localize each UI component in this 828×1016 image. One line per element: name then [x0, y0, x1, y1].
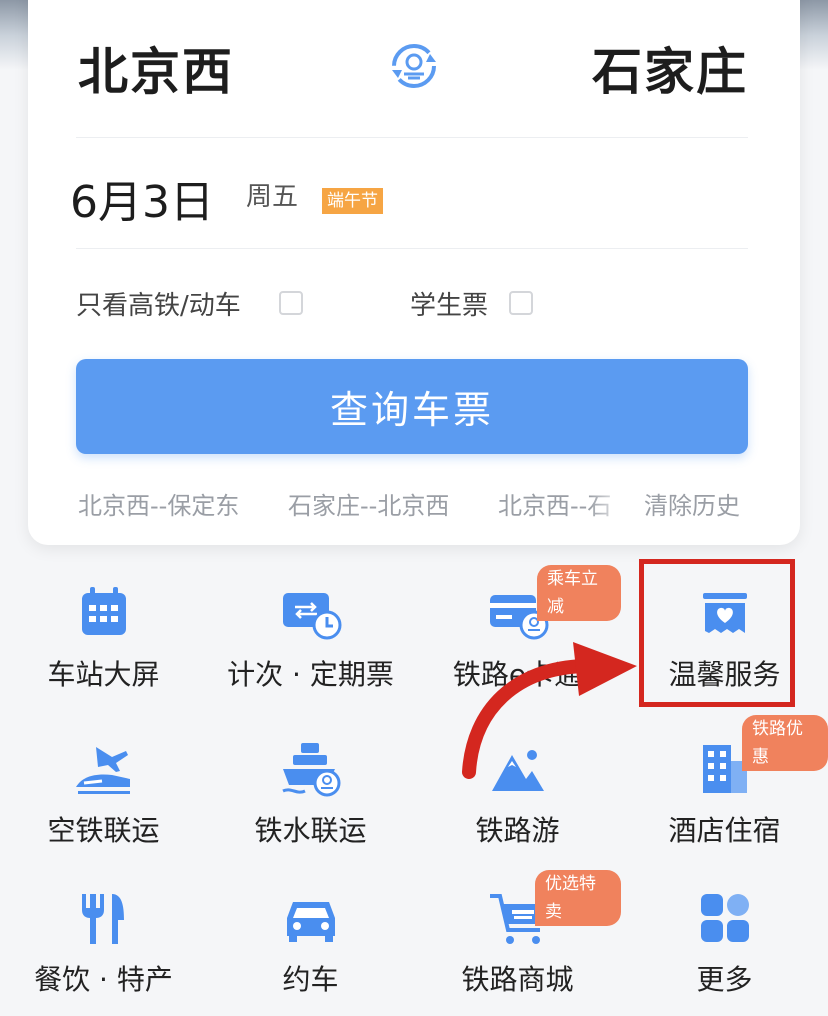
- to-station[interactable]: 石家庄: [592, 32, 748, 104]
- student-ticket-checkbox[interactable]: [509, 291, 533, 315]
- service-label: 酒店住宿: [668, 814, 781, 847]
- station-screen-icon: [81, 587, 126, 635]
- high-speed-only-checkbox[interactable]: [279, 291, 303, 315]
- swap-stations-icon[interactable]: [386, 38, 442, 94]
- highlight-box: [639, 559, 795, 707]
- dining-icon: [81, 894, 124, 944]
- search-tickets-button[interactable]: 查询车票: [76, 359, 748, 454]
- service-label: 车站大屏: [47, 658, 160, 691]
- service-label: 铁路游: [475, 814, 560, 847]
- weekday: 周五: [246, 182, 299, 212]
- rail-water-icon: [281, 743, 340, 797]
- service-label: 计次 · 定期票: [227, 658, 394, 691]
- promo-badge: 铁路优惠: [742, 715, 828, 771]
- more-icon: [700, 894, 749, 942]
- history-item[interactable]: 石家庄--北京西: [288, 486, 449, 521]
- service-label: 更多: [696, 963, 753, 996]
- student-ticket-label: 学生票: [410, 291, 489, 321]
- service-mall[interactable]: 铁路商城 优选特卖: [414, 860, 621, 1010]
- pointer-arrow-icon: [462, 642, 637, 779]
- ticket-search-card: 北京西 石家庄 6月3日 周五 端午节 只看高铁/动车 学生票 查询车票 北京西…: [28, 0, 800, 545]
- promo-badge: 乘车立减: [537, 565, 621, 621]
- period-ticket-icon: [282, 593, 341, 640]
- history-item[interactable]: 北京西--石: [498, 486, 628, 521]
- service-period-ticket[interactable]: 计次 · 定期票: [207, 555, 414, 705]
- service-label: 铁路商城: [461, 963, 574, 996]
- high-speed-only-label: 只看高铁/动车: [76, 291, 241, 321]
- service-label: 空铁联运: [47, 814, 160, 847]
- divider: [76, 248, 748, 249]
- divider: [76, 137, 748, 138]
- car-icon: [286, 902, 335, 942]
- service-dining[interactable]: 餐饮 · 特产: [0, 860, 207, 1010]
- service-label: 餐饮 · 特产: [34, 963, 173, 996]
- from-station[interactable]: 北京西: [78, 32, 234, 104]
- festival-tag: 端午节: [322, 188, 383, 214]
- service-car[interactable]: 约车: [207, 860, 414, 1010]
- history-item[interactable]: 北京西--保定东: [78, 486, 239, 521]
- service-rail-water[interactable]: 铁水联运: [207, 711, 414, 861]
- service-more[interactable]: 更多: [621, 860, 828, 1010]
- service-label: 铁水联运: [254, 814, 367, 847]
- service-label: 约车: [282, 963, 339, 996]
- service-air-rail[interactable]: 空铁联运: [0, 711, 207, 861]
- departure-date[interactable]: 6月3日: [70, 166, 214, 230]
- service-hotel[interactable]: 酒店住宿 铁路优惠: [621, 711, 828, 861]
- promo-badge: 优选特卖: [535, 870, 621, 926]
- service-station-screen[interactable]: 车站大屏: [0, 555, 207, 705]
- clear-history-button[interactable]: 清除历史: [644, 486, 740, 521]
- air-rail-icon: [75, 747, 130, 794]
